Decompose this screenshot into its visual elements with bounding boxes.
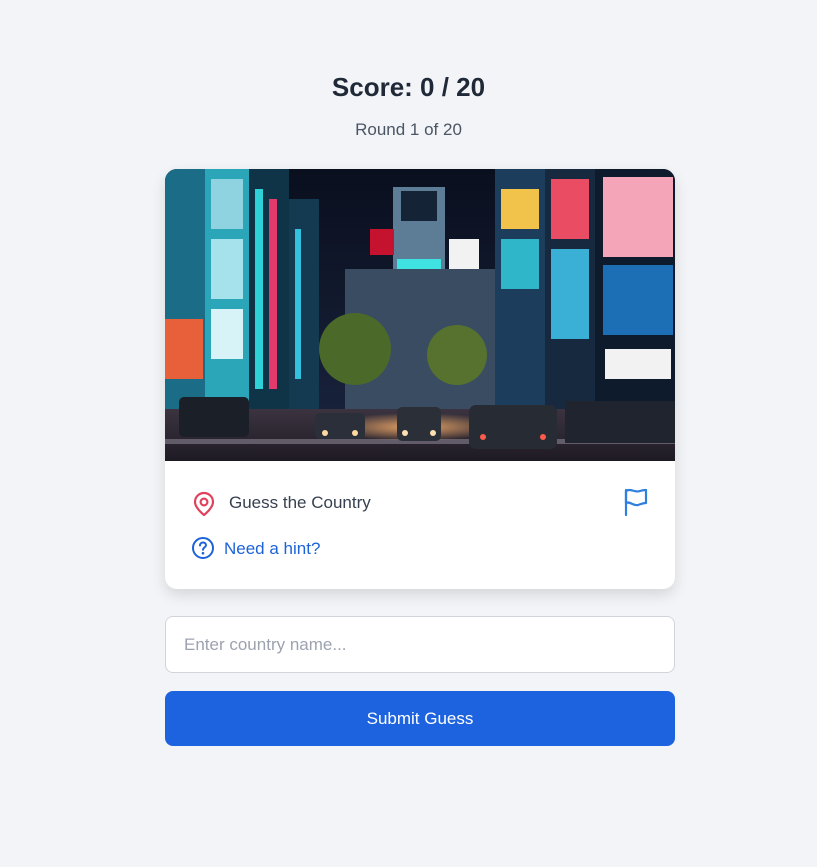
guess-mode-label: Guess the Country bbox=[229, 493, 371, 512]
submit-guess-button[interactable]: Submit Guess bbox=[165, 691, 675, 746]
round-indicator: Round 1 of 20 bbox=[355, 120, 462, 139]
location-card: Guess the Country Need a hint? bbox=[165, 169, 675, 589]
score-display: Score: 0 / 20 bbox=[331, 72, 486, 102]
guess-row: Guess the Country bbox=[191, 487, 649, 521]
map-pin-icon bbox=[191, 490, 217, 523]
question-circle-icon bbox=[191, 536, 215, 565]
game-screen: Score: 0 / 20 Round 1 of 20 Guess the Co… bbox=[0, 0, 817, 867]
hint-label: Need a hint? bbox=[224, 539, 321, 558]
country-input[interactable] bbox=[165, 616, 675, 673]
flag-icon[interactable] bbox=[623, 487, 649, 522]
location-photo bbox=[165, 169, 675, 461]
